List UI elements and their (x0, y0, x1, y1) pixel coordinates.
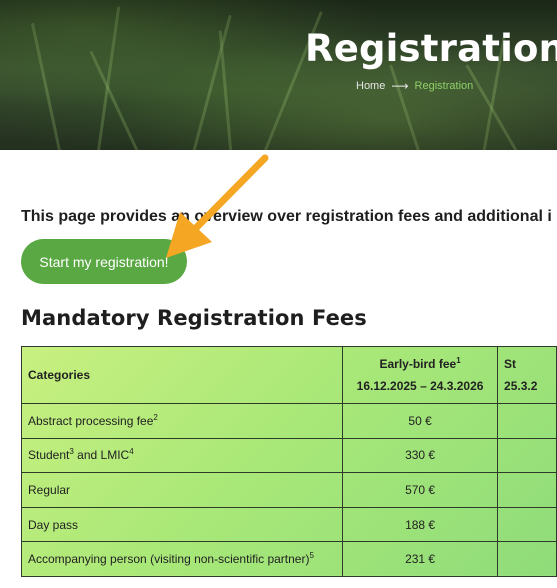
table-header-row: Categories Early-bird fee1 16.12.2025 – … (20, 346, 557, 404)
category-cell: Abstract processing fee2 (20, 403, 344, 439)
page-title: Registration (305, 27, 557, 70)
early-fee-cell: 188 € (342, 506, 499, 543)
early-bird-label: Early-bird fee (379, 357, 457, 371)
breadcrumb-home-link[interactable]: Home (356, 80, 385, 92)
footnote-ref[interactable]: 5 (309, 551, 313, 560)
table-row: Student3 and LMIC4 330 € (20, 437, 557, 474)
footnote-ref[interactable]: 1 (456, 356, 460, 365)
fees-table: Categories Early-bird fee1 16.12.2025 – … (20, 346, 557, 577)
footnote-ref[interactable]: 2 (153, 413, 157, 422)
category-cell: Day pass (20, 506, 344, 543)
breadcrumb-current: Registration (414, 80, 474, 92)
section-title: Mandatory Registration Fees (21, 306, 367, 330)
standard-fee-cell (497, 506, 557, 543)
table-row: Regular 570 € (20, 472, 557, 508)
breadcrumb-arrow-icon: ⟶ (391, 79, 409, 93)
category-cell: Accompanying person (visiting non-scient… (20, 541, 344, 577)
standard-dates: 25.3.2 (504, 379, 538, 393)
breadcrumb: Home ⟶ Registration (356, 79, 473, 93)
intro-text: This page provides an overview over regi… (21, 208, 552, 225)
standard-fee-cell (497, 437, 557, 474)
header-categories: Categories (20, 346, 344, 404)
early-fee-cell: 50 € (342, 403, 499, 439)
start-registration-button[interactable]: Start my registration! (21, 239, 187, 284)
standard-fee-cell (497, 403, 557, 439)
category-cell: Student3 and LMIC4 (20, 437, 344, 474)
early-fee-cell: 231 € (342, 541, 499, 577)
standard-label: St (504, 357, 517, 371)
hero-banner: Registration Home ⟶ Registration (0, 0, 557, 150)
category-cell: Regular (20, 472, 344, 508)
header-standard: St 25.3.2 (497, 346, 557, 404)
standard-fee-cell (497, 541, 557, 577)
early-fee-cell: 570 € (342, 472, 499, 508)
table-row: Accompanying person (visiting non-scient… (20, 541, 557, 577)
footnote-ref[interactable]: 4 (129, 447, 133, 456)
standard-fee-cell (497, 472, 557, 508)
table-row: Day pass 188 € (20, 506, 557, 543)
early-bird-dates: 16.12.2025 – 24.3.2026 (356, 379, 484, 393)
header-early-bird: Early-bird fee1 16.12.2025 – 24.3.2026 (342, 346, 499, 404)
early-fee-cell: 330 € (342, 437, 499, 474)
table-row: Abstract processing fee2 50 € (20, 403, 557, 439)
